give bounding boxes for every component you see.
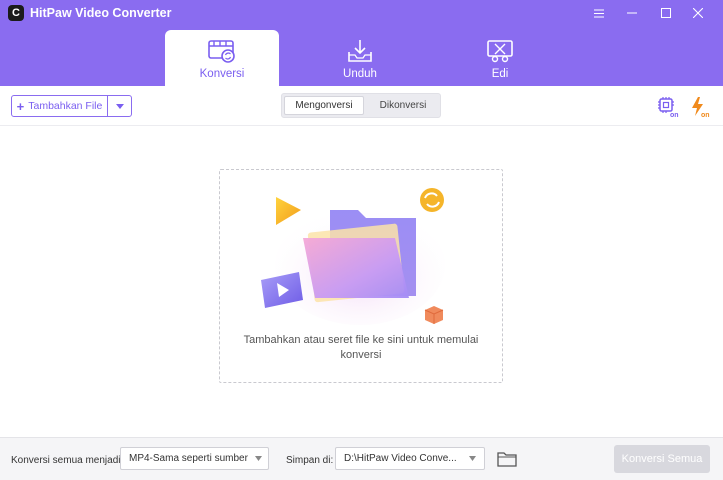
app-title: HitPaw Video Converter <box>30 6 172 20</box>
tab-edi-label: Edi <box>491 68 509 80</box>
output-format-select[interactable]: MP4-Sama seperti sumber <box>120 447 269 470</box>
tab-unduh[interactable]: Unduh <box>303 30 417 86</box>
add-file-label: Tambahkan File <box>28 100 103 112</box>
minimize-icon <box>627 12 637 14</box>
download-tray-icon <box>348 40 372 62</box>
lightning-on-icon[interactable]: on <box>689 96 711 118</box>
save-path-dropdown[interactable] <box>461 447 485 470</box>
tab-konversi[interactable]: Konversi <box>165 30 279 86</box>
save-path-field[interactable]: D:\HitPaw Video Conve... <box>335 447 462 470</box>
close-button[interactable] <box>683 4 713 22</box>
minimize-button[interactable] <box>617 4 647 22</box>
add-file-button[interactable]: + Tambahkan File <box>12 96 108 116</box>
footer-bar: Konversi semua menjadi: MP4-Sama seperti… <box>0 437 723 480</box>
convert-all-to-label: Konversi semua menjadi: <box>11 455 124 466</box>
tab-konversi-label: Konversi <box>199 68 245 80</box>
tab-edi[interactable]: Edi <box>443 30 557 86</box>
plus-icon: + <box>16 98 25 114</box>
film-convert-icon <box>208 40 235 63</box>
cube-icon <box>424 306 444 324</box>
toolbar-divider <box>0 125 723 126</box>
add-file-dropdown[interactable] <box>108 96 131 116</box>
drop-illustration <box>261 188 445 325</box>
chip-on-icon[interactable]: on <box>657 96 679 118</box>
menu-button[interactable] <box>584 4 614 22</box>
edit-scissors-icon <box>487 40 513 63</box>
add-file-split-button: + Tambahkan File <box>11 95 132 117</box>
app-logo: C <box>8 5 24 21</box>
maximize-button[interactable] <box>651 4 681 22</box>
play-triangle-icon <box>276 197 301 225</box>
save-to-label: Simpan di: <box>286 455 334 466</box>
hw-on-badge: on <box>670 112 679 118</box>
open-folder-icon[interactable] <box>497 451 517 467</box>
maximize-icon <box>661 8 671 18</box>
caret-down-icon <box>469 456 476 461</box>
convert-all-button[interactable]: Konversi Semua <box>614 445 710 473</box>
tab-converted[interactable]: Dikonversi <box>366 96 440 115</box>
app-header: C HitPaw Video Converter Konversi Unduh <box>0 0 723 86</box>
sync-icon <box>420 188 444 212</box>
hamburger-icon <box>594 9 604 17</box>
tab-converting[interactable]: Mengonversi <box>284 96 364 115</box>
close-icon <box>693 8 703 18</box>
drop-hint-text: Tambahkan atau seret file ke sini untuk … <box>243 334 479 361</box>
turbo-on-badge: on <box>701 112 710 118</box>
tab-unduh-label: Unduh <box>343 68 377 80</box>
caret-down-icon <box>255 456 262 461</box>
caret-down-icon <box>115 103 124 109</box>
output-format-value: MP4-Sama seperti sumber <box>129 453 248 464</box>
status-toggle: Mengonversi Dikonversi <box>281 93 441 118</box>
save-path-value: D:\HitPaw Video Conve... <box>344 453 457 464</box>
